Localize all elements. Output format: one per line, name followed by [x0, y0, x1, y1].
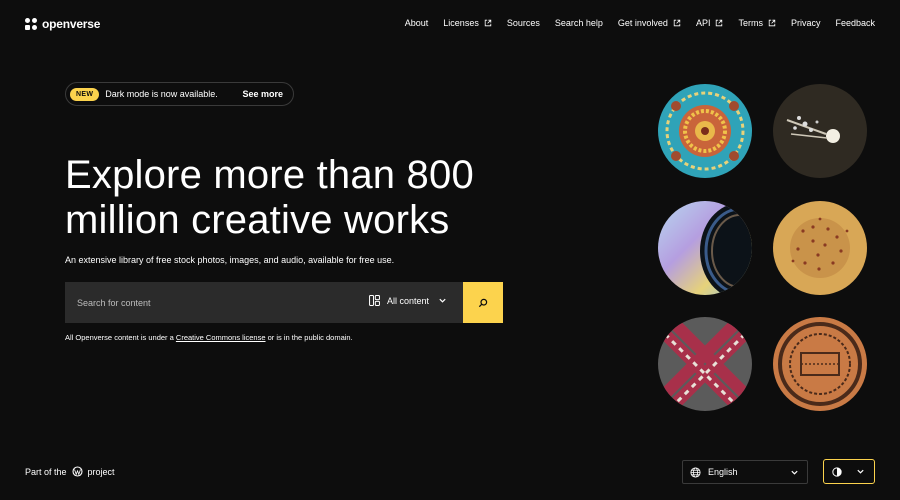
gallery-image-5[interactable] [658, 317, 752, 411]
announcement-banner: NEW Dark mode is now available. See more [65, 82, 294, 106]
nav-about[interactable]: About [405, 18, 429, 28]
project-text: project [87, 466, 115, 477]
gallery-image-1[interactable] [658, 84, 752, 178]
logo-mark-icon [25, 18, 37, 30]
license-note: All Openverse content is under a Creativ… [65, 333, 353, 342]
title-line-1: Explore more than 800 [65, 153, 474, 197]
search-field: All content [65, 282, 463, 323]
gallery-image-3[interactable] [658, 201, 752, 295]
new-badge: NEW [70, 87, 100, 101]
license-note-text-before: All Openverse content is under a [65, 333, 176, 342]
nav-label: Licenses [443, 18, 479, 28]
language-select[interactable]: English [682, 460, 808, 484]
language-label: English [708, 467, 738, 477]
footer-part-of: Part of the project [25, 466, 115, 477]
search-button[interactable] [463, 282, 503, 323]
content-type-icon [369, 295, 380, 306]
chevron-down-icon [857, 469, 864, 474]
page-subtitle: An extensive library of free stock photo… [65, 255, 395, 265]
nav-feedback[interactable]: Feedback [835, 18, 875, 28]
nav-label: API [695, 18, 711, 28]
nav-label: Privacy [790, 18, 821, 28]
logo-text: openverse [42, 17, 101, 31]
nav-sources[interactable]: Sources [507, 18, 540, 28]
nav-label: Feedback [835, 18, 875, 28]
nav-get-involved[interactable]: Get involved [618, 18, 681, 28]
nav-label: Sources [506, 18, 540, 28]
openverse-logo[interactable]: openverse [25, 17, 100, 31]
content-type-label: All content [386, 295, 429, 306]
gallery-image-6[interactable] [773, 317, 867, 411]
nav-label: Terms [738, 18, 763, 28]
search-bar: All content [65, 282, 503, 323]
main-nav: About Licenses Sources Search help Get invol… [390, 18, 875, 28]
title-line-2: million creative works [65, 198, 450, 242]
chevron-down-icon [791, 470, 798, 475]
license-note-text-after: or is in the public domain. [265, 333, 353, 342]
content-type-select[interactable]: All content [369, 295, 447, 306]
search-input[interactable] [75, 296, 359, 309]
banner-text: Dark mode is now available. [105, 89, 218, 99]
chevron-down-icon [439, 298, 446, 303]
nav-label: Search help [554, 18, 603, 28]
part-of-text: Part of the [25, 466, 67, 477]
header: openverse About Licenses Sources Search hel… [0, 0, 900, 48]
nav-label: Get involved [617, 18, 668, 28]
nav-api[interactable]: API [696, 18, 724, 28]
nav-privacy[interactable]: Privacy [791, 18, 821, 28]
nav-search-help[interactable]: Search help [555, 18, 603, 28]
gallery-image-4[interactable] [773, 201, 867, 295]
theme-select[interactable] [823, 459, 875, 484]
external-link-icon [484, 19, 492, 27]
page-title: Explore more than 800 million creative w… [65, 153, 535, 243]
search-icon [478, 298, 488, 307]
nav-licenses[interactable]: Licenses [443, 18, 492, 28]
see-more-link[interactable]: See more [242, 89, 283, 99]
external-link-icon [716, 19, 723, 27]
nav-terms[interactable]: Terms [738, 18, 776, 28]
gallery-image-2[interactable] [773, 84, 867, 178]
external-link-icon [673, 19, 681, 27]
wordpress-icon[interactable] [71, 466, 83, 477]
creative-commons-link[interactable]: Creative Commons license [176, 333, 266, 342]
external-link-icon [768, 19, 776, 27]
nav-label: About [404, 18, 429, 28]
globe-icon [690, 466, 701, 478]
contrast-icon [832, 466, 842, 477]
